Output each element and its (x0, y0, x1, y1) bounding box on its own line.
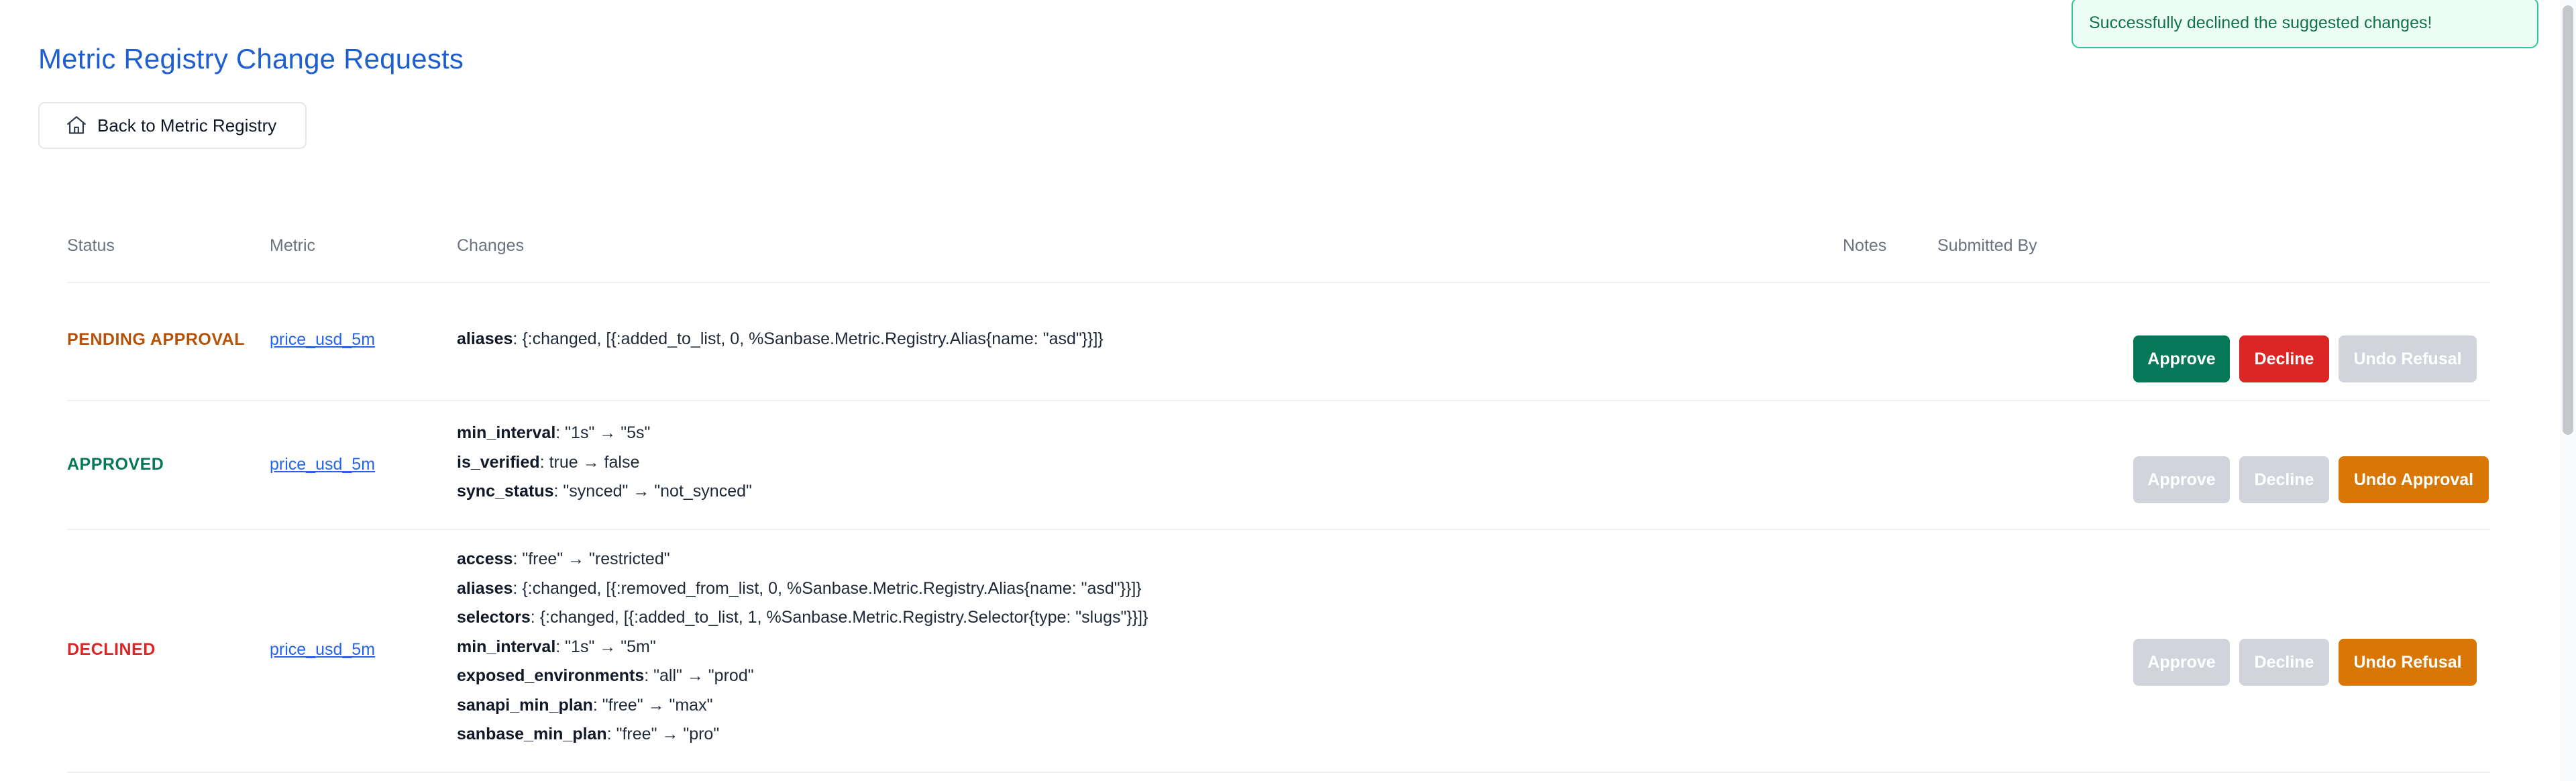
change-item: min_interval: "1s" → "5m" (457, 633, 1148, 662)
vertical-scrollbar[interactable] (2560, 0, 2576, 781)
back-to-registry-button[interactable]: Back to Metric Registry (38, 102, 307, 149)
change-item: sanapi_min_plan: "free" → "max" (457, 691, 1148, 721)
changes-list: access: "free" → "restricted" aliases: {:… (457, 545, 1148, 749)
change-key: min_interval (457, 637, 556, 656)
change-item: sanbase_min_plan: "free" → "pro" (457, 720, 1148, 749)
change-key: access (457, 550, 513, 568)
approve-button[interactable]: Approve (2133, 456, 2230, 503)
row-actions: Approve Decline Undo Refusal (2133, 639, 2477, 686)
change-value: : "free" → "max" (592, 695, 713, 715)
change-item: selectors: {:changed, [{:added_to_list, … (457, 603, 1148, 633)
home-icon (65, 114, 88, 137)
change-item: aliases: {:changed, [{:removed_from_list… (457, 574, 1148, 604)
table-row: APPROVED price_usd_5m min_interval: "1s" →… (67, 401, 2490, 530)
change-key: min_interval (457, 423, 556, 442)
change-value: : "synced" → "not_synced" (553, 482, 752, 501)
change-key: selectors (457, 608, 531, 627)
metric-link[interactable]: price_usd_5m (270, 330, 375, 350)
row-actions: Approve Decline Undo Refusal (2133, 335, 2477, 382)
change-key: aliases (457, 329, 513, 348)
header-metric: Metric (270, 236, 316, 255)
header-submitted-by: Submitted By (1937, 236, 2037, 255)
change-key: sanbase_min_plan (457, 725, 607, 743)
changes-list: aliases: {:changed, [{:added_to_list, 0,… (457, 325, 1104, 354)
success-toast: Successfully declined the suggested chan… (2072, 0, 2538, 48)
change-value: : {:changed, [{:added_to_list, 0, %Sanba… (513, 329, 1104, 348)
approve-button[interactable]: Approve (2133, 639, 2230, 686)
status-badge: PENDING APPROVAL (67, 330, 245, 349)
undo-refusal-button[interactable]: Undo Refusal (2339, 335, 2477, 382)
header-changes: Changes (457, 236, 525, 255)
header-status: Status (67, 236, 115, 255)
table-body: PENDING APPROVAL price_usd_5m aliases: {:c… (67, 283, 2490, 773)
scrollbar-thumb[interactable] (2563, 5, 2573, 435)
table-header: Status Metric Changes Notes Submitted By (67, 221, 2490, 283)
change-value: : true → false (539, 452, 640, 472)
decline-button[interactable]: Decline (2239, 335, 2329, 382)
change-requests-table: Status Metric Changes Notes Submitted By… (67, 221, 2490, 773)
changes-list: min_interval: "1s" → "5s" is_verified: tr… (457, 419, 752, 507)
status-badge: DECLINED (67, 640, 156, 659)
change-value: : "1s" → "5m" (555, 637, 656, 656)
approve-button[interactable]: Approve (2133, 335, 2230, 382)
toast-message: Successfully declined the suggested chan… (2089, 13, 2432, 32)
change-value: : "free" → "pro" (606, 725, 720, 743)
table-row: PENDING APPROVAL price_usd_5m aliases: {:c… (67, 283, 2490, 401)
change-value: : {:changed, [{:removed_from_list, 0, %S… (513, 578, 1142, 598)
change-key: sanapi_min_plan (457, 695, 593, 715)
row-actions: Approve Decline Undo Approval (2133, 456, 2489, 503)
undo-approval-button[interactable]: Undo Approval (2339, 456, 2489, 503)
back-button-label: Back to Metric Registry (97, 115, 277, 136)
change-item: access: "free" → "restricted" (457, 545, 1148, 574)
change-value: : "all" → "prod" (644, 666, 754, 685)
page: Metric Registry Change Requests Back to … (0, 0, 2576, 781)
undo-refusal-button[interactable]: Undo Refusal (2339, 639, 2477, 686)
change-value: : "free" → "restricted" (513, 550, 670, 568)
decline-button[interactable]: Decline (2239, 456, 2329, 503)
change-item: min_interval: "1s" → "5s" (457, 419, 752, 448)
change-item: is_verified: true → false (457, 448, 752, 478)
change-value: : "1s" → "5s" (555, 423, 651, 442)
page-title: Metric Registry Change Requests (38, 43, 464, 74)
change-key: sync_status (457, 482, 554, 501)
metric-link[interactable]: price_usd_5m (270, 455, 375, 474)
change-item: aliases: {:changed, [{:added_to_list, 0,… (457, 325, 1104, 354)
change-value: : {:changed, [{:added_to_list, 1, %Sanba… (530, 608, 1148, 627)
table-row: DECLINED price_usd_5m access: "free" → "re… (67, 530, 2490, 773)
status-badge: APPROVED (67, 455, 164, 474)
header-notes: Notes (1843, 236, 1887, 255)
change-key: aliases (457, 578, 513, 598)
change-key: is_verified (457, 452, 540, 472)
change-item: exposed_environments: "all" → "prod" (457, 662, 1148, 691)
change-key: exposed_environments (457, 666, 645, 685)
change-item: sync_status: "synced" → "not_synced" (457, 477, 752, 507)
metric-link[interactable]: price_usd_5m (270, 640, 375, 660)
decline-button[interactable]: Decline (2239, 639, 2329, 686)
